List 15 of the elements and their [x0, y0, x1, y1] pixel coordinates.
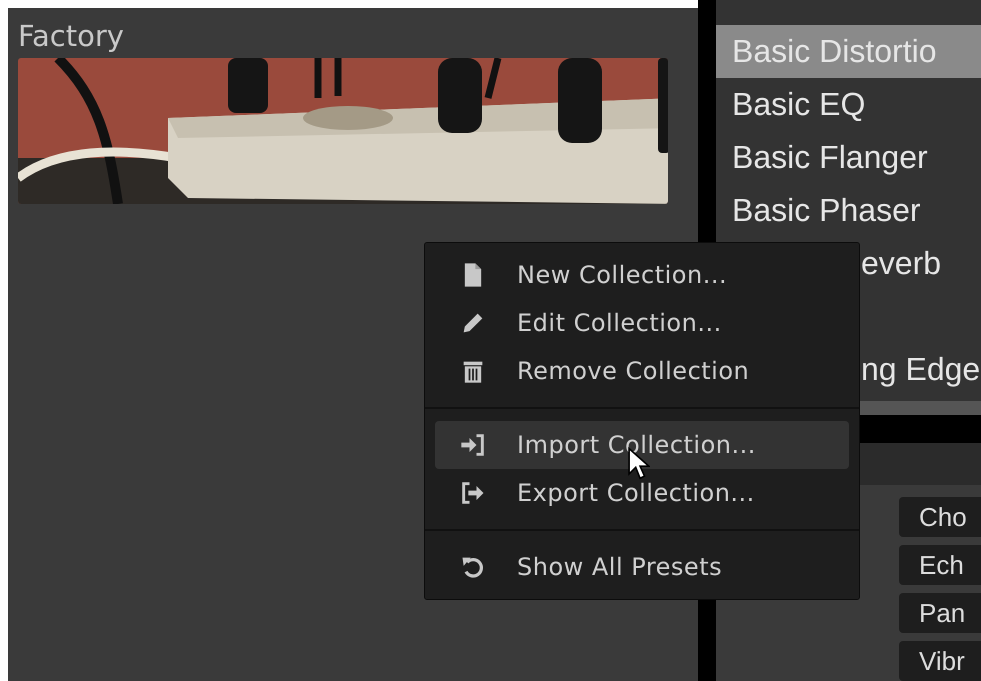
menu-item[interactable]: Export Collection...: [435, 469, 849, 517]
menu-item[interactable]: Show All Presets: [435, 543, 849, 591]
preset-item[interactable]: Basic EQ: [716, 78, 981, 131]
menu-item[interactable]: Import Collection...: [435, 421, 849, 469]
preset-item[interactable]: Basic Phaser: [716, 184, 981, 237]
menu-item[interactable]: Remove Collection: [435, 347, 849, 395]
tag-button[interactable]: Ech: [899, 545, 981, 585]
tag-button[interactable]: Cho: [899, 497, 981, 537]
tag-button[interactable]: Vibr: [899, 641, 981, 681]
preset-item[interactable]: Basic Flanger: [716, 131, 981, 184]
import-icon: [459, 431, 487, 459]
menu-item[interactable]: Edit Collection...: [435, 299, 849, 347]
tag-button[interactable]: Pan: [899, 593, 981, 633]
panel-title: Factory: [18, 18, 125, 54]
menu-item[interactable]: New Collection...: [435, 251, 849, 299]
